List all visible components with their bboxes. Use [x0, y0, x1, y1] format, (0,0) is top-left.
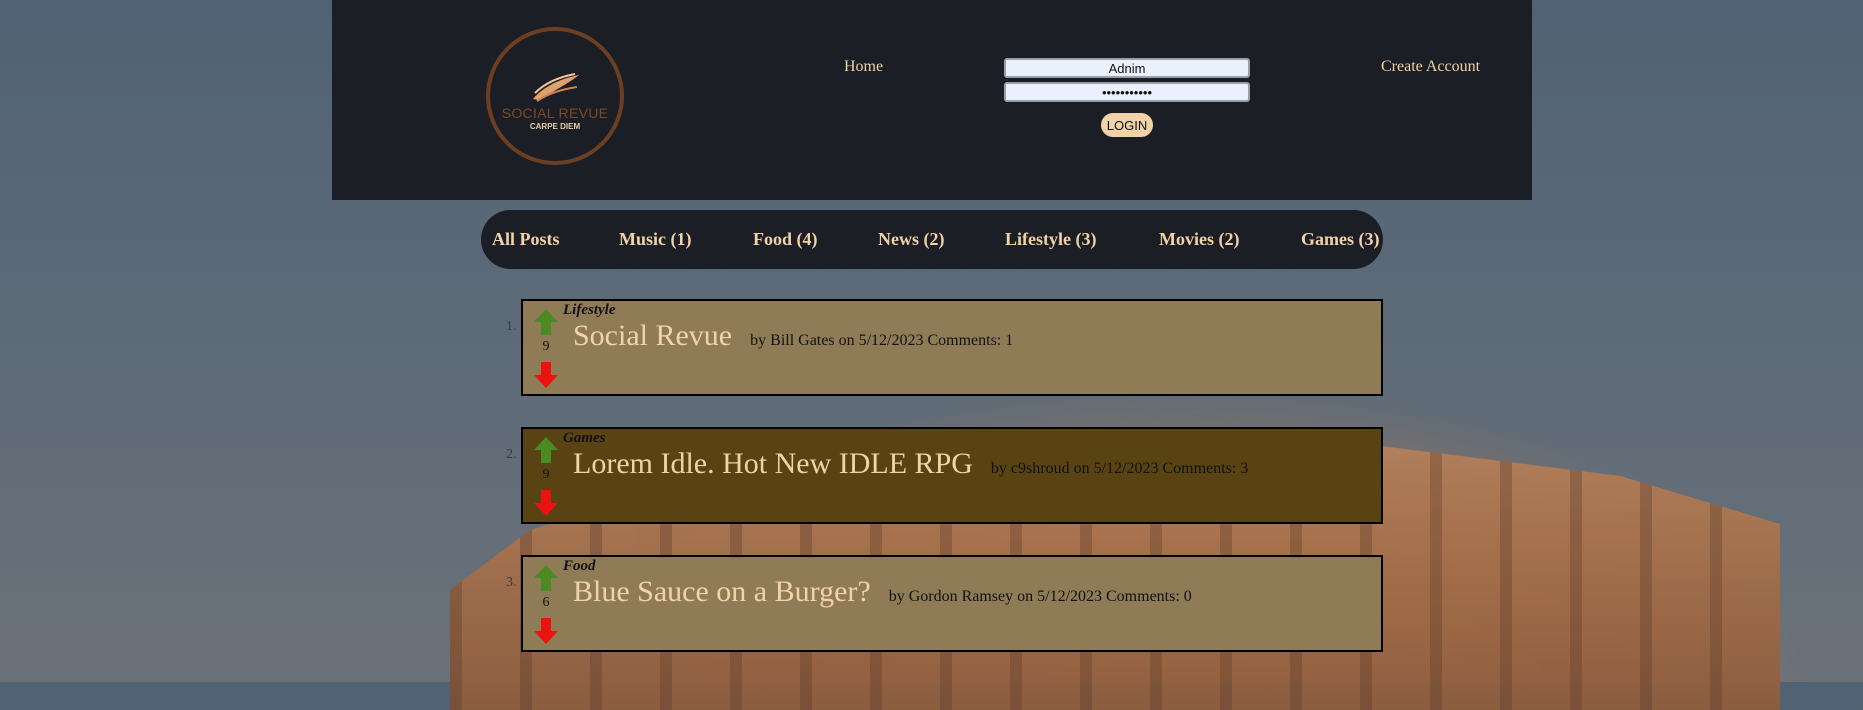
nav-home-link[interactable]: Home [844, 58, 883, 76]
post-score: 9 [542, 339, 550, 354]
post-card: 2. 9 Games Lorem Idle. Hot New IDLE RPG … [506, 427, 1383, 524]
arrow-down-icon[interactable] [533, 489, 559, 517]
category-food[interactable]: Food (4) [753, 229, 818, 250]
arrow-down-icon[interactable] [533, 361, 559, 389]
category-all-posts[interactable]: All Posts [492, 229, 560, 250]
post-title-link[interactable]: Blue Sauce on a Burger? [573, 575, 871, 608]
login-button[interactable]: LOGIN [1101, 113, 1153, 137]
arrow-up-icon[interactable] [533, 308, 559, 336]
category-lifestyle[interactable]: Lifestyle (3) [1005, 229, 1096, 250]
site-logo[interactable]: SOCIAL REVUE CARPE DIEM [486, 27, 624, 165]
category-movies[interactable]: Movies (2) [1159, 229, 1239, 250]
logo-tagline: CARPE DIEM [529, 122, 581, 131]
post-title-link[interactable]: Social Revue [573, 319, 732, 352]
post-score: 9 [542, 467, 550, 482]
post-rank: 1. [506, 319, 517, 334]
post-category: Lifestyle [563, 302, 616, 318]
category-games[interactable]: Games (3) [1301, 229, 1379, 250]
post-card: 1. 9 Lifestyle Social Revue by Bill Gate… [506, 299, 1383, 396]
post-category: Games [563, 430, 606, 446]
arrow-up-icon[interactable] [533, 564, 559, 592]
post-score: 6 [542, 595, 550, 610]
password-input[interactable] [1004, 82, 1250, 102]
post-meta: by c9shroud on 5/12/2023 Comments: 3 [990, 460, 1249, 477]
category-news[interactable]: News (2) [878, 229, 944, 250]
post-meta: by Bill Gates on 5/12/2023 Comments: 1 [750, 332, 1014, 349]
post-rank: 2. [506, 447, 517, 462]
arrow-down-icon[interactable] [533, 617, 559, 645]
post-title-link[interactable]: Lorem Idle. Hot New IDLE RPG [573, 447, 973, 480]
site-header: SOCIAL REVUE CARPE DIEM Home LOGIN Creat… [332, 0, 1532, 200]
username-input[interactable] [1004, 58, 1250, 78]
category-bar: All Posts Music (1) Food (4) News (2) Li… [481, 210, 1383, 269]
post-rank: 3. [506, 575, 517, 590]
arrow-up-icon[interactable] [533, 436, 559, 464]
nav-create-account-link[interactable]: Create Account [1381, 58, 1480, 76]
post-meta: by Gordon Ramsey on 5/12/2023 Comments: … [888, 588, 1192, 605]
logo-name: SOCIAL REVUE [501, 105, 609, 121]
post-category: Food [563, 558, 596, 574]
post-card: 3. 6 Food Blue Sauce on a Burger? by Gor… [506, 555, 1383, 652]
category-music[interactable]: Music (1) [619, 229, 691, 250]
wing-icon [533, 73, 579, 102]
